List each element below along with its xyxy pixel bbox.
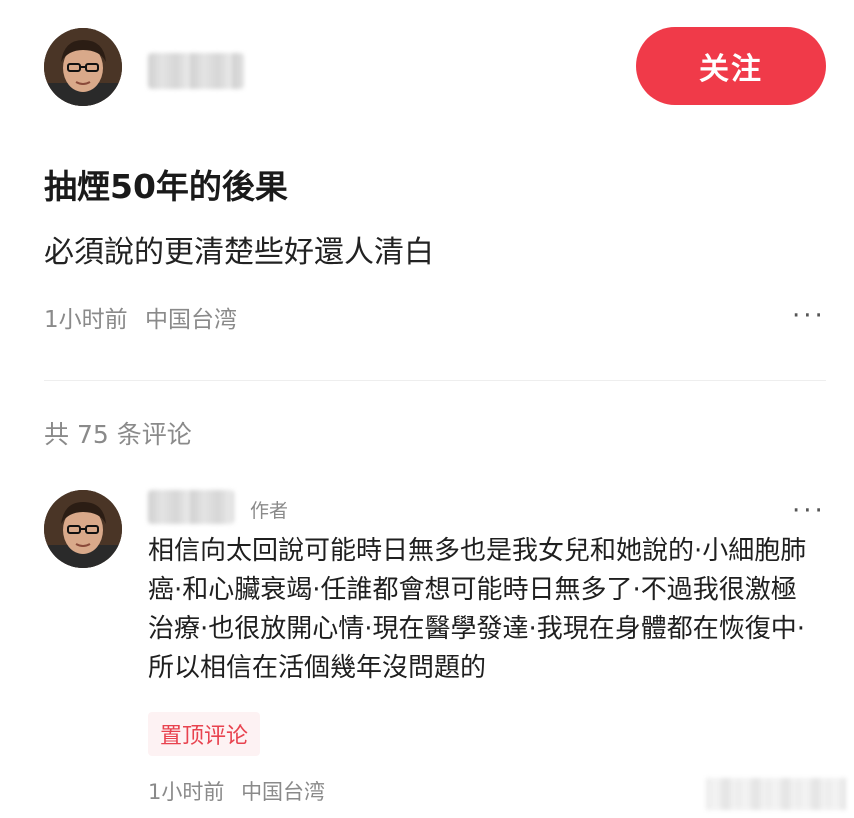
post-meta: 1小时前 中国台湾 <box>44 300 237 334</box>
comment-author-name-blurred <box>148 490 234 524</box>
post-time: 1小时前 <box>44 307 128 333</box>
post-author-name-blurred <box>148 53 244 89</box>
pinned-comment-badge: 置顶评论 <box>148 712 261 756</box>
comment-more-dots-icon[interactable]: ··· <box>792 498 826 524</box>
comment-text: 相信向太回說可能時日無多也是我女兒和她說的·小細胞肺癌·和心臟衰竭·任誰都會想可… <box>148 536 807 683</box>
post-more-dots-icon[interactable]: ··· <box>792 303 826 329</box>
post-location: 中国台湾 <box>144 307 237 333</box>
post-title: 抽煙50年的後果 <box>44 167 288 206</box>
follow-button[interactable]: 关注 <box>636 27 826 105</box>
watermark <box>706 778 846 810</box>
post-subtitle: 必須說的更清楚些好還人清白 <box>44 235 434 270</box>
comment-location: 中国台湾 <box>241 780 326 804</box>
comment-count: 共 75 条评论 <box>44 420 192 449</box>
author-tag: 作者 <box>250 500 289 522</box>
post-author-avatar[interactable] <box>44 28 122 106</box>
divider <box>44 380 826 381</box>
comment-meta: 1小时前 中国台湾 <box>148 776 325 806</box>
comment-time: 1小时前 <box>148 780 225 804</box>
comment-author-avatar[interactable] <box>44 490 122 568</box>
